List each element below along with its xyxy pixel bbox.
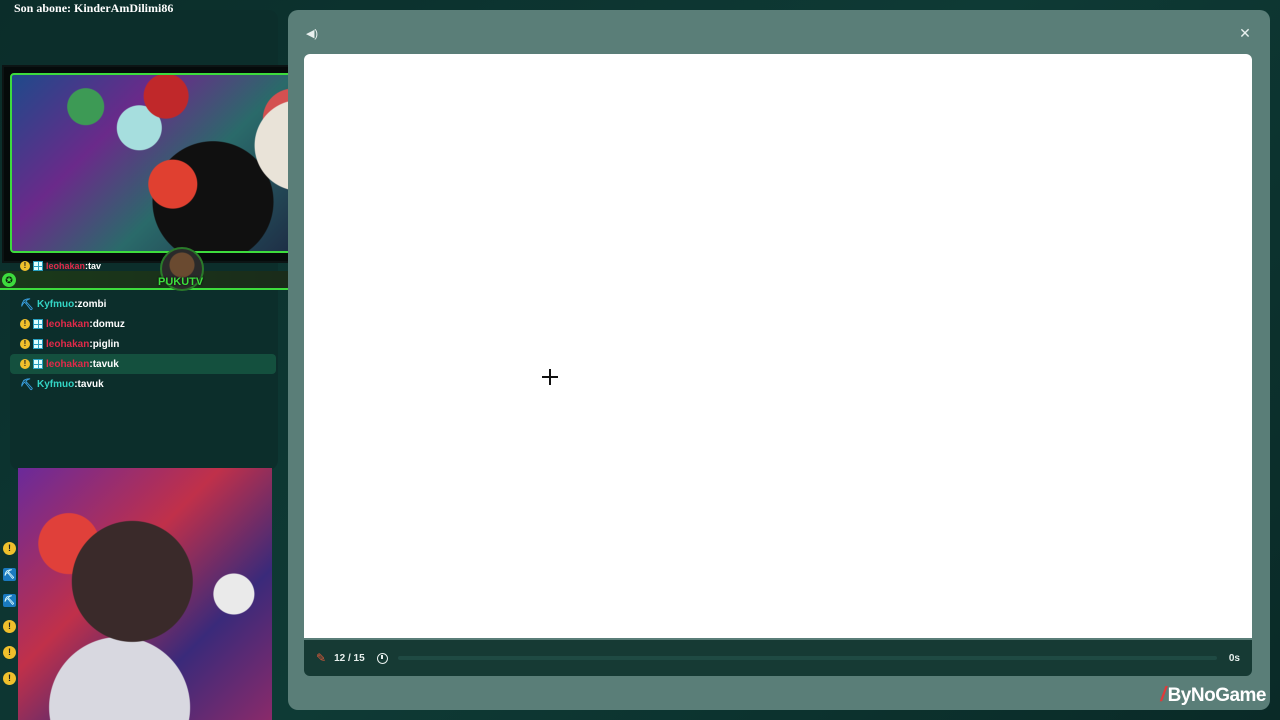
- chat-message: domuz: [92, 318, 125, 330]
- logo-mark-icon: /: [1160, 684, 1167, 706]
- chat-message: tav: [88, 261, 102, 271]
- chat-username: Kyfmuo: [36, 378, 75, 390]
- grid-badge-icon: [33, 261, 43, 271]
- chat-username: leohakan: [46, 261, 86, 271]
- side-badge-column: ! ⛏ ⛏!!!: [3, 542, 17, 698]
- speaker-icon[interactable]: ◀): [304, 26, 320, 42]
- round-counter: 12 / 15: [334, 652, 365, 664]
- sub-badge-icon: !: [20, 359, 30, 369]
- chat-message: piglin: [92, 338, 120, 350]
- pickaxe-badge-icon: ⛏: [3, 594, 16, 607]
- chat-message: tavuk: [77, 378, 104, 390]
- chat-username: Kyfmuo: [36, 298, 75, 310]
- grid-badge-icon: [33, 339, 43, 349]
- chat-line: ! leohakan: domuz: [10, 314, 276, 334]
- guest-webcam: [18, 468, 272, 720]
- sub-badge-icon: !: [20, 319, 30, 329]
- logo-text: ByNoGame: [1167, 684, 1267, 706]
- latest-subscriber-text: Son abone: KinderAmDilimi86: [14, 1, 174, 15]
- sub-badge-icon: !: [20, 339, 30, 349]
- crosshair-cursor-icon: [542, 369, 558, 385]
- chat-list: ⛏ Kyfmuo: zombi! leohakan: domuz! leohakan: pi…: [10, 294, 276, 394]
- grid-badge-icon: [33, 319, 43, 329]
- sub-badge-icon: !: [20, 261, 30, 271]
- pickaxe-badge-icon: ⛏: [20, 378, 34, 391]
- sub-badge-icon: !: [3, 646, 16, 659]
- drawing-canvas[interactable]: [304, 54, 1252, 638]
- game-status-bar: ✎ 12 / 15 0s: [304, 640, 1252, 676]
- chat-line: ! leohakan: tavuk: [10, 354, 276, 374]
- sub-badge-icon: !: [3, 620, 16, 633]
- chat-message: zombi: [77, 298, 107, 310]
- bynogame-logo: / ByNoGame: [1160, 684, 1267, 707]
- chat-username: leohakan: [46, 338, 90, 350]
- subscriber-icon: ✪: [2, 273, 16, 287]
- timer-icon: [376, 652, 388, 664]
- chat-message: tavuk: [92, 358, 119, 370]
- pickaxe-badge-icon: ⛏: [3, 568, 16, 581]
- sub-badge-icon: !: [3, 542, 16, 555]
- close-icon[interactable]: ✕: [1236, 24, 1254, 42]
- chat-line: ⛏ Kyfmuo: tavuk: [10, 374, 276, 394]
- sub-badge-icon: !: [3, 672, 16, 685]
- pickaxe-badge-icon: ⛏: [20, 298, 34, 311]
- chat-line: ⛏ Kyfmuo: zombi: [10, 294, 276, 314]
- grid-badge-icon: [33, 359, 43, 369]
- time-remaining: 0s: [1228, 652, 1240, 664]
- time-progress-bar: [397, 656, 1217, 660]
- stream-brand-logo: PUKUTV: [158, 276, 204, 288]
- drawing-game-window: ◀) ✕ ✎ 12 / 15 0s: [288, 10, 1270, 710]
- pencil-icon: ✎: [316, 651, 327, 665]
- chat-username: leohakan: [46, 318, 90, 330]
- chat-username: leohakan: [46, 358, 90, 370]
- chat-line: ! leohakan: piglin: [10, 334, 276, 354]
